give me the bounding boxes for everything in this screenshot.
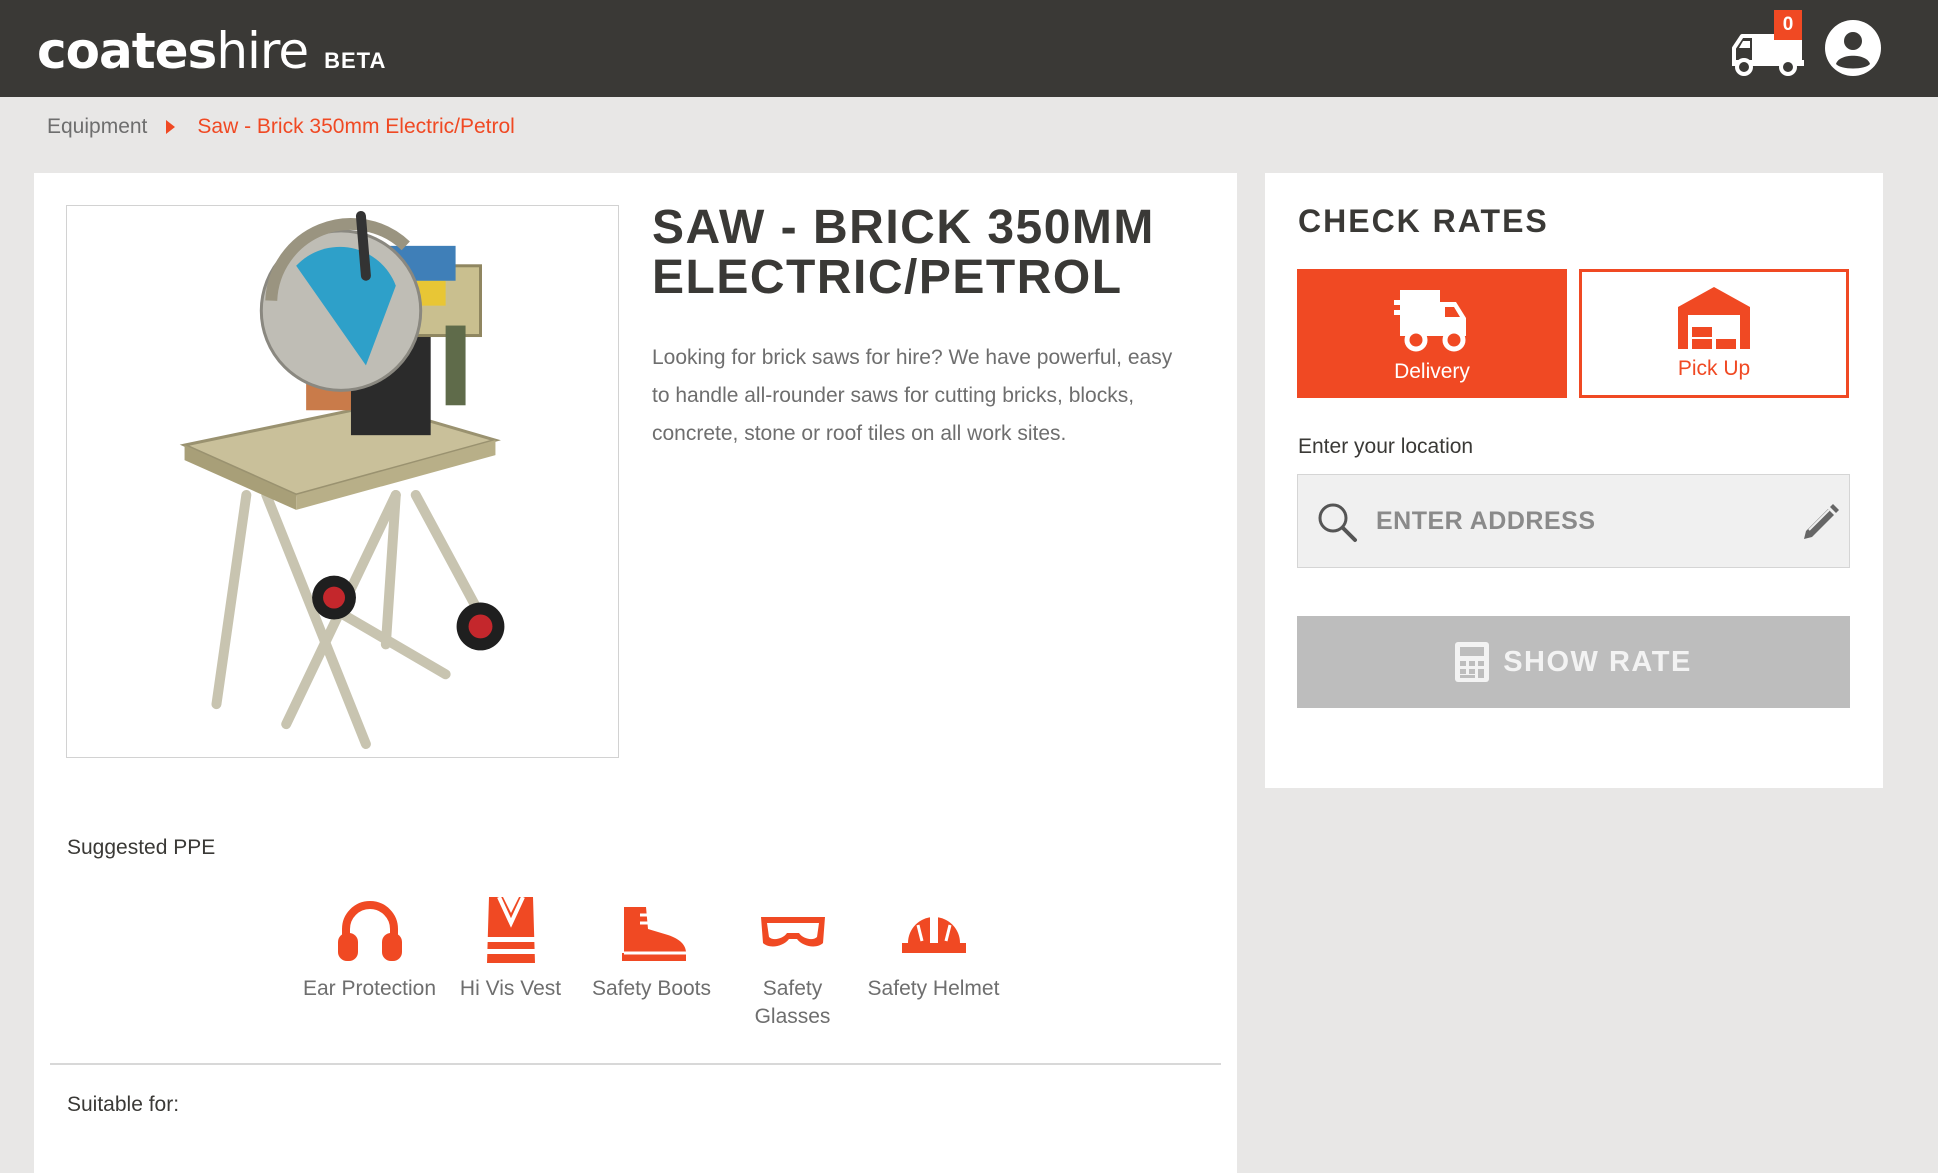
section-divider — [50, 1063, 1221, 1065]
product-card: SAW - BRICK 350MM ELECTRIC/PETROL Lookin… — [34, 173, 1237, 1173]
coates-hire-logo[interactable]: coates hire BETA — [37, 22, 386, 80]
ppe-item-safety-helmet: Safety Helmet — [863, 893, 1004, 1031]
check-rates-title: CHECK RATES — [1298, 203, 1549, 239]
brick-saw-illustration — [179, 210, 505, 750]
warehouse-icon — [1678, 287, 1750, 349]
suitable-for-heading: Suitable for: — [67, 1093, 180, 1116]
address-input[interactable] — [1374, 497, 1778, 545]
ppe-label: Ear Protection — [302, 977, 437, 1000]
ppe-item-safety-boots: Safety Boots — [581, 893, 722, 1031]
safety-helmet-icon — [901, 913, 966, 953]
ppe-item-safety-glasses: Safety Glasses — [722, 893, 863, 1031]
ppe-item-hi-vis-vest: Hi Vis Vest — [440, 893, 581, 1031]
ppe-label: Safety Glasses — [754, 977, 831, 1028]
safety-glasses-icon — [760, 917, 825, 947]
pickup-label: Pick Up — [1677, 357, 1751, 380]
top-bar: coates hire BETA 0 — [0, 0, 1938, 97]
logo-coates-text: coates — [37, 22, 217, 80]
hi-vis-vest-icon — [486, 896, 535, 963]
product-description: Looking for brick saws for hire? We have… — [652, 346, 1173, 445]
suggested-ppe-heading: Suggested PPE — [67, 836, 216, 859]
beta-label: BETA — [324, 48, 387, 73]
address-field[interactable] — [1297, 474, 1850, 568]
pencil-edit-icon[interactable] — [1800, 501, 1840, 541]
ppe-label: Safety Helmet — [867, 977, 1000, 1000]
logo-hire-text: hire — [216, 22, 309, 80]
ppe-item-ear-protection: Ear Protection — [299, 893, 440, 1031]
product-title: SAW - BRICK 350MM ELECTRIC/PETROL — [652, 201, 1155, 304]
breadcrumb-current-page: Saw - Brick 350mm Electric/Petrol — [197, 115, 515, 138]
show-rate-label: SHOW RATE — [1503, 645, 1692, 678]
search-icon — [1318, 503, 1357, 542]
ear-protection-icon — [337, 901, 402, 961]
breadcrumb: Equipment Saw - Brick 350mm Electric/Pet… — [47, 115, 515, 139]
check-rates-card: CHECK RATES Delivery Pick Up Enter your … — [1265, 173, 1883, 788]
breadcrumb-separator-icon — [166, 120, 176, 134]
ppe-label: Safety Boots — [591, 977, 712, 1000]
calculator-icon — [1455, 642, 1490, 682]
pickup-option-button[interactable]: Pick Up — [1579, 269, 1849, 398]
cart-count-badge[interactable]: 0 — [1774, 10, 1802, 40]
ppe-list: Ear Protection Hi Vis Vest Safety Boots — [299, 893, 1004, 1031]
delivery-truck-icon — [1394, 290, 1466, 352]
breadcrumb-equipment-link[interactable]: Equipment — [47, 115, 147, 139]
user-icon[interactable] — [1824, 19, 1882, 77]
location-label: Enter your location — [1298, 435, 1474, 458]
product-image — [66, 205, 619, 758]
delivery-option-button[interactable]: Delivery — [1297, 269, 1567, 398]
ppe-label: Hi Vis Vest — [459, 977, 562, 1000]
safety-boots-icon — [621, 907, 686, 961]
show-rate-button[interactable]: SHOW RATE — [1297, 616, 1850, 708]
delivery-label: Delivery — [1394, 360, 1470, 383]
